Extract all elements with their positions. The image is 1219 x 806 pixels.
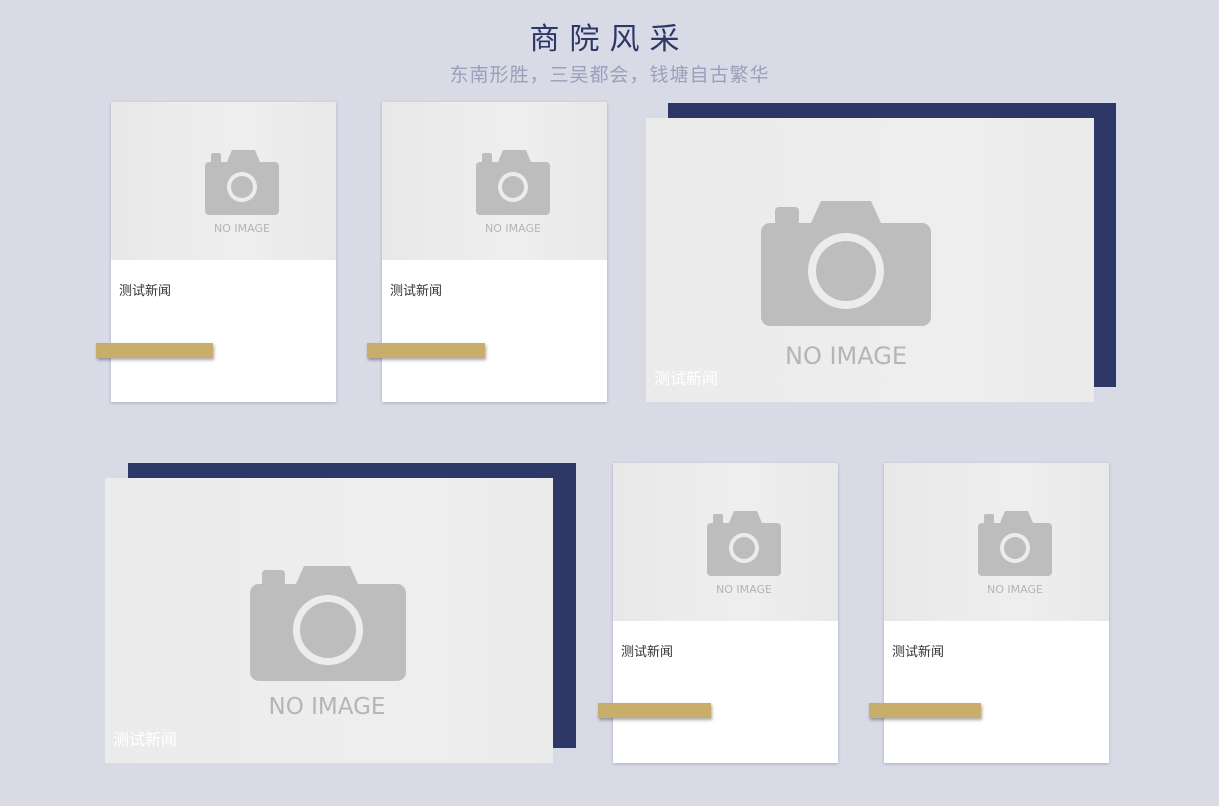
camera-icon	[761, 201, 931, 326]
news-card[interactable]: NO IMAGE 测试新闻	[613, 463, 838, 763]
section-title: 商院风采	[529, 22, 690, 57]
gold-accent-bar	[869, 703, 981, 718]
no-image-label: NO IMAGE	[485, 222, 541, 235]
news-card[interactable]: NO IMAGE 测试新闻	[884, 463, 1109, 763]
camera-icon	[476, 150, 550, 215]
no-image-label: NO IMAGE	[214, 222, 270, 235]
news-thumbnail: NO IMAGE	[884, 463, 1109, 621]
news-caption[interactable]: 测试新闻	[390, 280, 442, 299]
no-image-label: NO IMAGE	[784, 342, 907, 370]
camera-icon	[978, 511, 1052, 576]
news-thumbnail: NO IMAGE	[382, 102, 607, 260]
camera-icon	[250, 566, 406, 681]
camera-icon	[205, 150, 279, 215]
feature-news-card[interactable]: NO IMAGE 测试新闻	[105, 478, 553, 763]
news-caption[interactable]: 测试新闻	[892, 641, 944, 660]
camera-icon	[707, 511, 781, 576]
no-image-label: NO IMAGE	[268, 694, 386, 720]
news-caption[interactable]: 测试新闻	[119, 280, 171, 299]
feature-news-card[interactable]: NO IMAGE 测试新闻	[646, 118, 1094, 402]
news-thumbnail: NO IMAGE	[613, 463, 838, 621]
news-thumbnail: NO IMAGE	[111, 102, 336, 260]
no-image-label: NO IMAGE	[716, 583, 772, 596]
gold-accent-bar	[598, 703, 711, 718]
section-subtitle: 东南形胜，三吴都会，钱塘自古繁华	[449, 64, 770, 86]
feature-caption[interactable]: 测试新闻	[113, 726, 177, 750]
no-image-label: NO IMAGE	[987, 583, 1043, 596]
news-caption[interactable]: 测试新闻	[621, 641, 673, 660]
gold-accent-bar	[367, 343, 485, 358]
gold-accent-bar	[96, 343, 213, 358]
feature-caption[interactable]: 测试新闻	[654, 365, 718, 389]
